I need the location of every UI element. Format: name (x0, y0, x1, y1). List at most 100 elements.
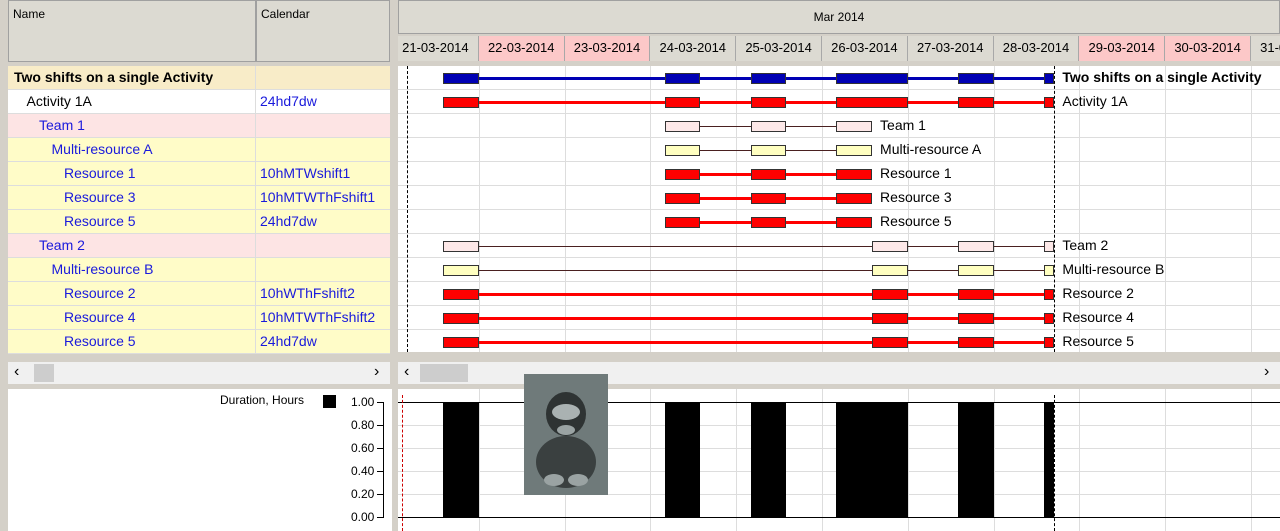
task-row[interactable]: Multi-resource A (8, 138, 390, 162)
project-start-line (407, 66, 408, 352)
task-name: Resource 4 (64, 309, 136, 325)
task-bar-segment[interactable] (1043, 337, 1055, 348)
task-bar-segment[interactable] (1043, 313, 1055, 324)
task-bar-segment[interactable] (1043, 97, 1055, 108)
bar-label: Multi-resource B (1062, 261, 1165, 277)
task-bar-segment[interactable] (872, 265, 908, 276)
task-bar-segment[interactable] (750, 193, 787, 204)
day-header-cell: 26-03-2014 (822, 36, 908, 61)
task-bar-segment[interactable] (836, 193, 873, 204)
task-name: Multi-resource A (51, 141, 153, 157)
task-bar-segment[interactable] (664, 169, 701, 180)
task-bar-segment[interactable] (443, 73, 479, 84)
task-bar-segment[interactable] (443, 337, 479, 348)
status-date-line (1054, 66, 1056, 352)
task-bar-segment[interactable] (443, 265, 479, 276)
task-bar-segment[interactable] (836, 169, 873, 180)
task-bar-segment[interactable] (443, 241, 479, 252)
scroll-right-arrow[interactable]: › (1264, 363, 1269, 381)
day-header-cell: 21-03-2014 (398, 36, 479, 61)
column-header-name[interactable]: Name (8, 0, 256, 62)
task-bar-segment[interactable] (664, 73, 701, 84)
task-bar-segment[interactable] (836, 97, 908, 108)
histogram-bar (750, 402, 787, 517)
task-bar-segment[interactable] (957, 97, 994, 108)
task-bar-segment[interactable] (750, 217, 787, 228)
monkey-image (524, 374, 608, 495)
task-bar-segment[interactable] (443, 97, 479, 108)
task-calendar: 10hMTWThFshift1 (260, 189, 376, 205)
task-bar-segment[interactable] (957, 241, 994, 252)
task-bar-segment[interactable] (1043, 289, 1055, 300)
task-bar-segment[interactable] (872, 241, 908, 252)
task-row[interactable]: Resource 1 10hMTWshift1 (8, 162, 390, 186)
task-name: Resource 5 (64, 213, 136, 229)
task-row[interactable]: Resource 5 24hd7dw (8, 330, 390, 354)
column-header-calendar[interactable]: Calendar (256, 0, 390, 62)
task-bar-segment[interactable] (664, 97, 701, 108)
task-bar-segment[interactable] (836, 121, 873, 132)
histogram-axis-panel: Duration, Hours 1.00 0.80 0.60 0.40 0.20 0.00 (8, 389, 392, 531)
task-row[interactable]: Multi-resource B (8, 258, 390, 282)
task-bar-segment[interactable] (1043, 265, 1055, 276)
task-row[interactable]: Team 1 (8, 114, 390, 138)
scroll-thumb[interactable] (34, 364, 54, 382)
task-bar-segment[interactable] (957, 289, 994, 300)
task-bar-segment[interactable] (750, 73, 787, 84)
task-calendar: 24hd7dw (260, 93, 317, 109)
task-bar-segment[interactable] (872, 337, 908, 348)
task-bar-segment[interactable] (872, 289, 908, 300)
task-bar-segment[interactable] (957, 313, 994, 324)
task-bar-segment[interactable] (957, 337, 994, 348)
task-bar-segment[interactable] (664, 217, 701, 228)
scroll-left-arrow[interactable]: ‹ (404, 363, 409, 381)
bar-label: Resource 1 (880, 165, 952, 181)
bar-label: Resource 5 (880, 213, 952, 229)
task-bar-segment[interactable] (664, 121, 701, 132)
task-bar-segment[interactable] (957, 265, 994, 276)
task-bar-segment[interactable] (443, 289, 479, 300)
day-header-cell: 27-03-2014 (907, 36, 994, 61)
scroll-right-arrow[interactable]: › (374, 363, 379, 381)
bar-label: Activity 1A (1062, 93, 1128, 109)
gantt-chart-area: Two shifts on a single Activity Activity … (398, 66, 1280, 352)
task-bar-segment[interactable] (750, 169, 787, 180)
task-bar-segment[interactable] (957, 73, 994, 84)
histogram-bar (664, 402, 701, 517)
bar-label: Two shifts on a single Activity (1062, 69, 1262, 85)
task-bar-segment[interactable] (664, 145, 701, 156)
task-row[interactable]: Resource 4 10hMTWThFshift2 (8, 306, 390, 330)
task-bar-segment[interactable] (750, 121, 787, 132)
task-bar-segment[interactable] (664, 193, 701, 204)
left-horizontal-scrollbar[interactable]: ‹ › (8, 362, 390, 384)
task-calendar: 10hMTWThFshift2 (260, 309, 376, 325)
task-bar-segment[interactable] (750, 97, 787, 108)
task-bar-segment[interactable] (836, 217, 873, 228)
task-bar-segment[interactable] (1043, 241, 1055, 252)
task-bar-segment[interactable] (1043, 73, 1055, 84)
task-row[interactable]: Two shifts on a single Activity (8, 66, 390, 90)
day-header-cell: 22-03-2014 (478, 36, 565, 61)
y-axis-line (383, 402, 384, 518)
task-row[interactable]: Resource 3 10hMTWThFshift1 (8, 186, 390, 210)
task-bar-segment[interactable] (750, 145, 787, 156)
task-bar-segment[interactable] (872, 313, 908, 324)
scroll-left-arrow[interactable]: ‹ (14, 363, 19, 381)
task-row[interactable]: Resource 5 24hd7dw (8, 210, 390, 234)
task-bar-segment[interactable] (836, 145, 873, 156)
bar-label: Resource 3 (880, 189, 952, 205)
task-row[interactable]: Team 2 (8, 234, 390, 258)
task-bar-segment[interactable] (836, 73, 908, 84)
day-header-cell: 29-03-2014 (1079, 36, 1166, 61)
task-name: Resource 2 (64, 285, 136, 301)
task-name: Team 1 (39, 117, 85, 133)
task-name: Activity 1A (26, 93, 92, 109)
task-bar-segment[interactable] (443, 313, 479, 324)
legend-swatch (323, 395, 336, 408)
task-name: Resource 1 (64, 165, 136, 181)
task-name: Multi-resource B (51, 261, 154, 277)
task-row[interactable]: Resource 2 10hWThFshift2 (8, 282, 390, 306)
task-row[interactable]: Activity 1A 24hd7dw (8, 90, 390, 114)
scroll-thumb[interactable] (420, 364, 468, 382)
task-grid-panel: Name Calendar Two shifts on a single Act… (8, 0, 392, 531)
